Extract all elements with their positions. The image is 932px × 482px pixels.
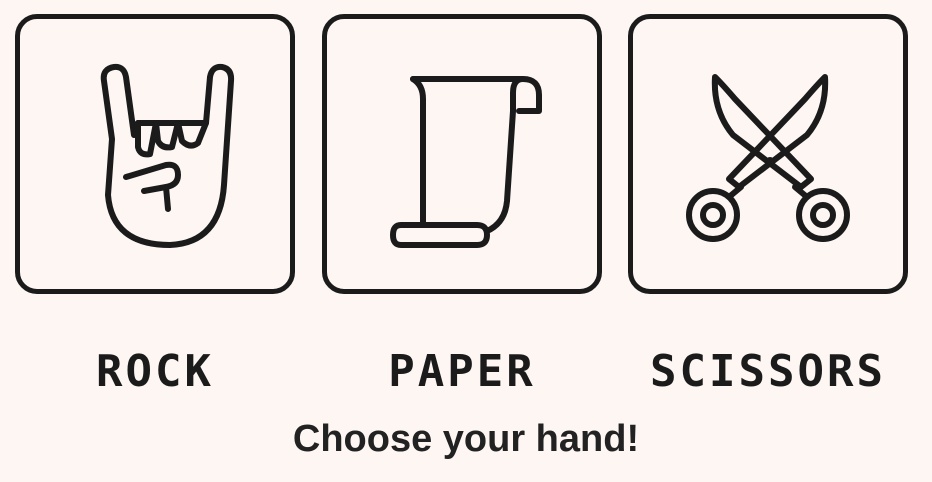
paper-label[interactable]: PAPER — [312, 346, 612, 397]
paper-scroll-icon — [390, 76, 542, 248]
scissors-choice-card[interactable] — [628, 14, 908, 294]
rock-hand-icon — [100, 63, 235, 248]
scissors-icon — [686, 74, 850, 242]
scissors-label[interactable]: SCISSORS — [618, 346, 918, 397]
rock-choice-card[interactable] — [15, 14, 295, 294]
paper-choice-card[interactable] — [322, 14, 602, 294]
choose-hand-prompt: Choose your hand! — [292, 418, 640, 460]
rock-label[interactable]: ROCK — [5, 346, 305, 397]
